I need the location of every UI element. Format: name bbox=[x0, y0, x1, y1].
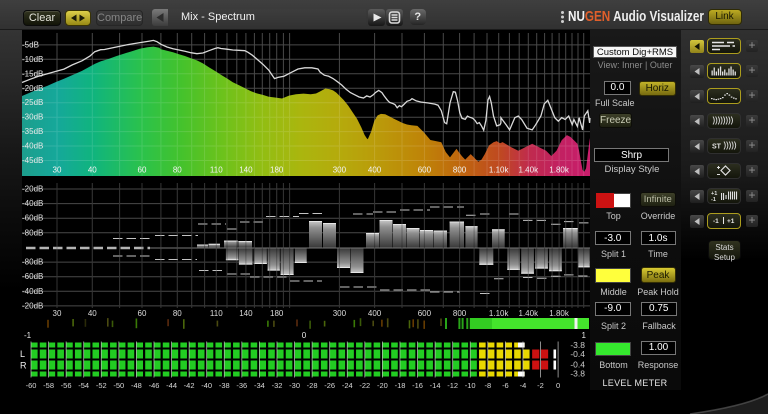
svg-text:-1: -1 bbox=[711, 197, 716, 202]
svg-text:ST: ST bbox=[712, 143, 722, 150]
svg-text:+1: +1 bbox=[727, 218, 735, 225]
svg-text:-1: -1 bbox=[713, 218, 719, 225]
